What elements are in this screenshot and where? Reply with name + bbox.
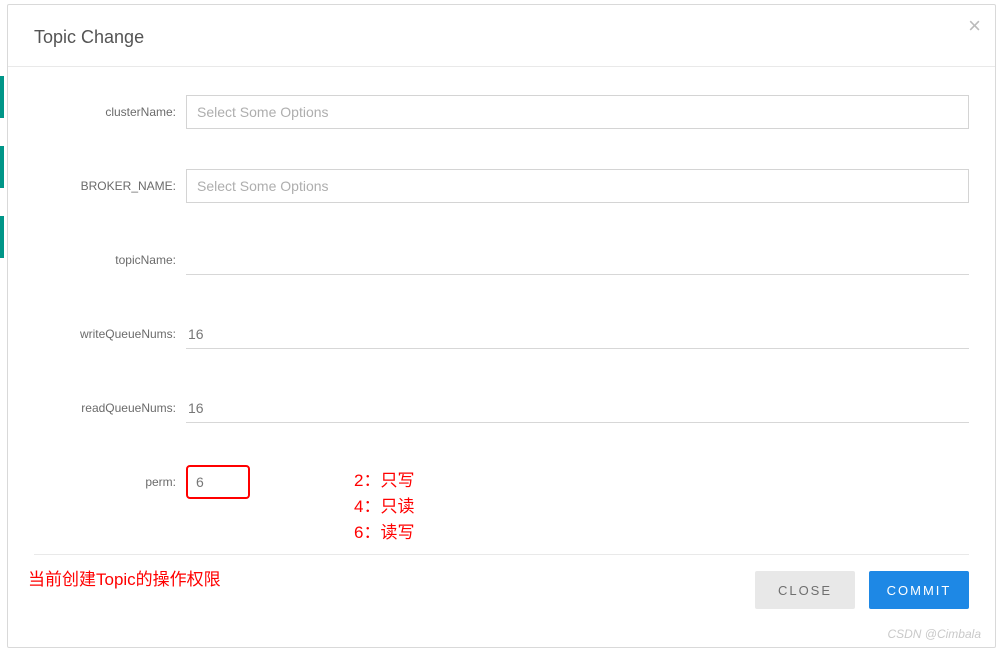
- readqueuenums-input[interactable]: [186, 393, 969, 423]
- writequeuenums-input[interactable]: [186, 319, 969, 349]
- brokername-placeholder: Select Some Options: [197, 178, 329, 194]
- topicname-input[interactable]: [186, 245, 969, 275]
- close-button[interactable]: CLOSE: [755, 571, 855, 609]
- close-icon[interactable]: ×: [968, 15, 981, 37]
- label-cluster-name: clusterName:: [34, 105, 186, 119]
- clustername-select[interactable]: Select Some Options: [186, 95, 969, 129]
- clustername-placeholder: Select Some Options: [197, 104, 329, 120]
- modal-header: Topic Change: [8, 5, 995, 67]
- label-perm: perm:: [34, 475, 186, 489]
- label-topic-name: topicName:: [34, 253, 186, 267]
- watermark: CSDN @Cimbala: [887, 627, 981, 641]
- perm-annotation-2: 2：只写: [354, 468, 414, 494]
- modal-title: Topic Change: [34, 27, 969, 48]
- perm-annotation-list: 2：只写 4：只读 6：读写: [354, 468, 414, 546]
- row-read-queue-nums: readQueueNums:: [34, 371, 969, 445]
- row-cluster-name: clusterName: Select Some Options: [34, 75, 969, 149]
- bg-stripe: [0, 146, 4, 188]
- label-read-queue-nums: readQueueNums:: [34, 401, 186, 415]
- label-write-queue-nums: writeQueueNums:: [34, 327, 186, 341]
- perm-annotation-6: 6：读写: [354, 520, 414, 546]
- bg-stripe: [0, 216, 4, 258]
- perm-annotation-4: 4：只读: [354, 494, 414, 520]
- row-broker-name: BROKER_NAME: Select Some Options: [34, 149, 969, 223]
- perm-highlight-box: [186, 465, 250, 499]
- modal-body: clusterName: Select Some Options BROKER_…: [8, 67, 995, 519]
- bg-stripe: [0, 76, 4, 118]
- commit-button[interactable]: COMMIT: [869, 571, 969, 609]
- label-broker-name: BROKER_NAME:: [34, 179, 186, 193]
- topic-change-modal: × Topic Change clusterName: Select Some …: [7, 4, 996, 648]
- perm-input[interactable]: [194, 467, 242, 497]
- brokername-select[interactable]: Select Some Options: [186, 169, 969, 203]
- perm-annotation-caption: 当前创建Topic的操作权限: [28, 565, 221, 590]
- row-topic-name: topicName:: [34, 223, 969, 297]
- row-perm: perm:: [34, 445, 969, 519]
- row-write-queue-nums: writeQueueNums:: [34, 297, 969, 371]
